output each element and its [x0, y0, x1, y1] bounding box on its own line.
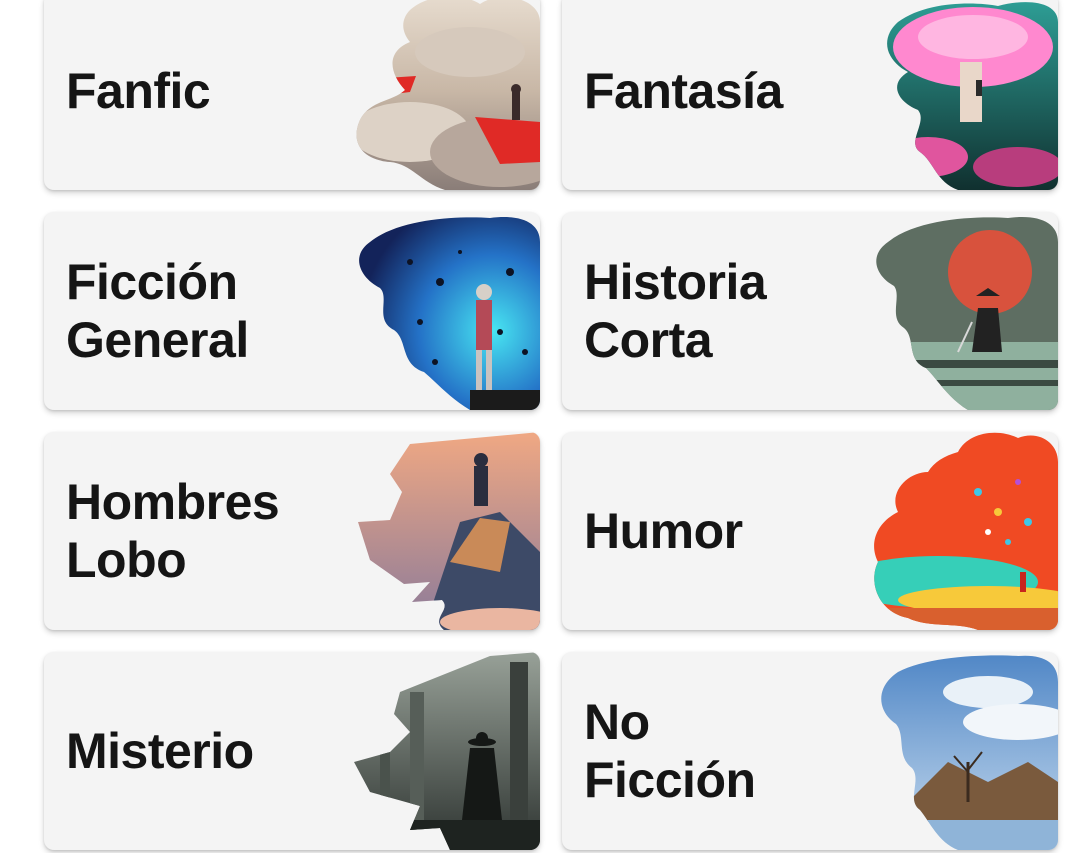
paper-boat-sky-icon	[350, 0, 540, 190]
category-title-line: Fantasía	[584, 63, 783, 119]
cliff-figure-icon	[350, 432, 540, 630]
category-title-line: Hombres	[66, 474, 280, 530]
category-card-humor[interactable]: Humor	[562, 432, 1058, 630]
category-card-fanfic[interactable]: Fanfic	[44, 0, 540, 190]
category-title-line: No	[584, 694, 650, 750]
space-wanderer-icon	[350, 212, 540, 410]
category-title: Fantasía	[584, 0, 884, 190]
category-title: Fanfic	[66, 0, 366, 190]
category-card-no-ficcion[interactable]: No Ficción	[562, 652, 1058, 850]
category-title: Ficción General	[66, 212, 366, 410]
balloons-figure-icon	[868, 432, 1058, 630]
category-title-line: Humor	[584, 503, 743, 559]
category-title-line: Ficción	[584, 752, 756, 808]
category-card-historia-corta[interactable]: Historia Corta	[562, 212, 1058, 410]
category-title: Misterio	[66, 652, 366, 850]
category-title-line: Corta	[584, 312, 713, 368]
category-title: Humor	[584, 432, 884, 630]
category-grid: Fanfic Fantasía Ficción General Historia…	[0, 0, 1080, 853]
samurai-red-moon-icon	[868, 212, 1058, 410]
category-title: No Ficción	[584, 652, 884, 850]
cloudy-lake-tree-icon	[868, 652, 1058, 850]
category-card-misterio[interactable]: Misterio	[44, 652, 540, 850]
category-title-line: Misterio	[66, 723, 254, 779]
category-card-hombres-lobo[interactable]: Hombres Lobo	[44, 432, 540, 630]
category-title-line: Ficción	[66, 254, 238, 310]
category-title-line: General	[66, 312, 249, 368]
category-title: Hombres Lobo	[66, 432, 366, 630]
category-title-line: Fanfic	[66, 63, 211, 119]
category-title-line: Historia	[584, 254, 767, 310]
rain-detective-icon	[350, 652, 540, 850]
category-card-ficcion-general[interactable]: Ficción General	[44, 212, 540, 410]
category-title: Historia Corta	[584, 212, 884, 410]
category-title-line: Lobo	[66, 532, 187, 588]
giant-mushroom-icon	[868, 0, 1058, 190]
category-card-fantasia[interactable]: Fantasía	[562, 0, 1058, 190]
